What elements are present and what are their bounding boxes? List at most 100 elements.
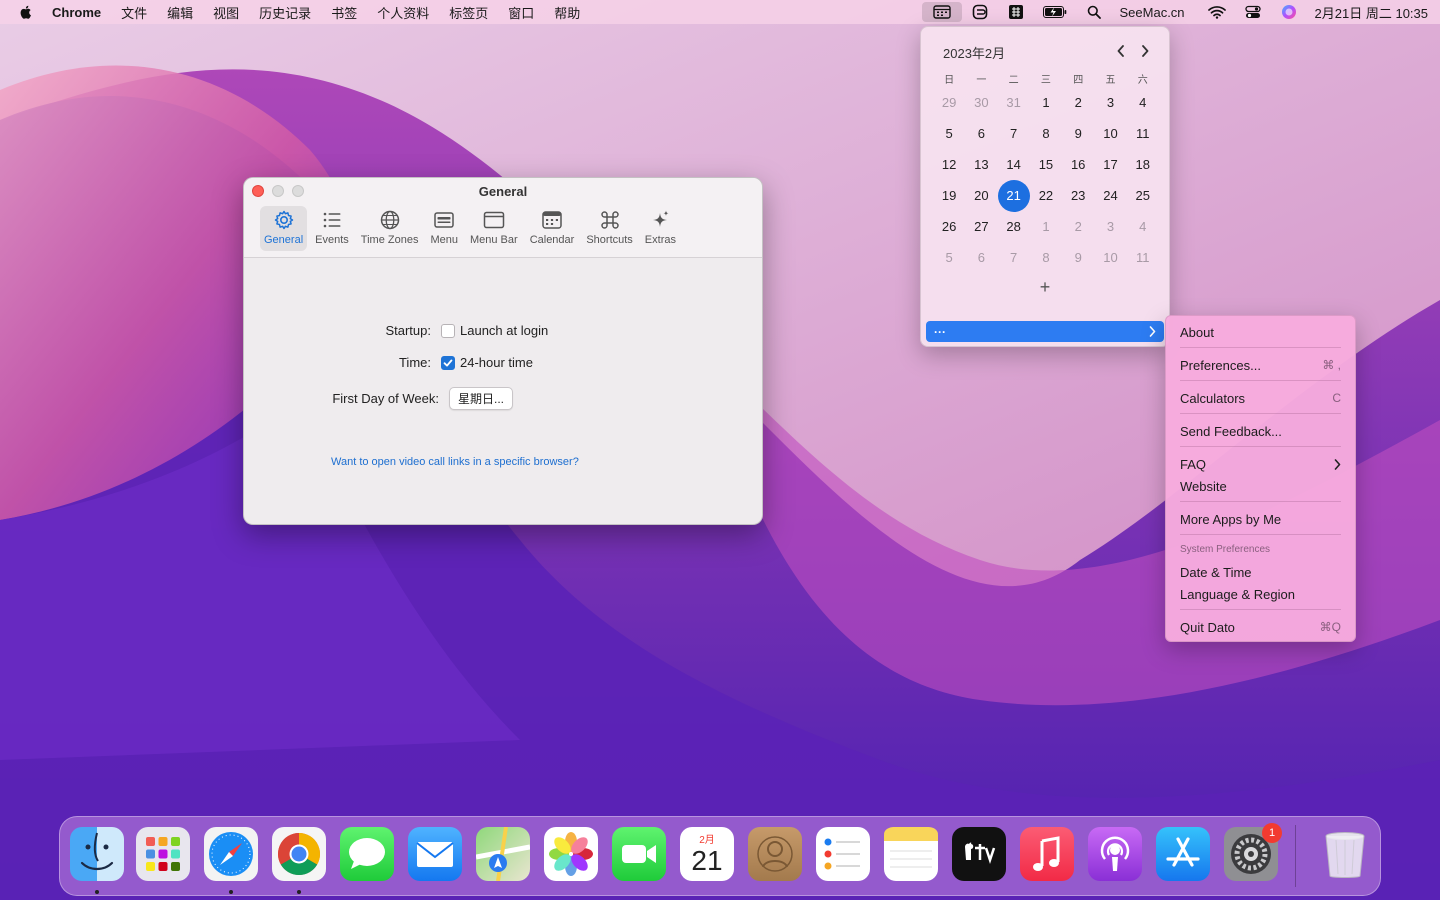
menu-item-preferences[interactable]: Preferences... ⌘ , (1180, 355, 1341, 375)
menu-window[interactable]: 窗口 (508, 3, 534, 22)
system-preferences-icon[interactable]: 1 (1224, 823, 1282, 881)
calendar-app-icon[interactable]: 2月 21 (680, 827, 734, 881)
calendar-day[interactable]: 14 (998, 152, 1030, 178)
menu-file[interactable]: 文件 (121, 3, 147, 22)
calendar-day[interactable]: 3 (1094, 214, 1126, 240)
menu-item-calculators[interactable]: Calculators C (1180, 388, 1341, 408)
notes-icon[interactable] (884, 827, 938, 881)
menu-item-date-time[interactable]: Date & Time (1180, 562, 1341, 582)
mail-icon[interactable] (408, 827, 462, 881)
apple-icon[interactable] (18, 4, 34, 20)
previous-month-button[interactable] (1113, 43, 1129, 59)
menu-item-faq[interactable]: FAQ (1180, 454, 1341, 474)
menu-bookmarks[interactable]: 书签 (331, 3, 357, 22)
calendar-day[interactable]: 4 (1127, 214, 1159, 240)
safari-icon[interactable] (204, 827, 258, 881)
calendar-day[interactable]: 2 (1062, 90, 1094, 116)
calendar-day[interactable]: 31 (998, 90, 1030, 116)
contacts-icon[interactable] (748, 827, 802, 881)
calendar-day[interactable]: 15 (1030, 152, 1062, 178)
launchpad-icon[interactable] (136, 827, 190, 881)
calendar-day[interactable]: 10 (1094, 121, 1126, 147)
calendar-day[interactable]: 9 (1062, 121, 1094, 147)
menu-view[interactable]: 视图 (213, 3, 239, 22)
menu-item-send-feedback[interactable]: Send Feedback... (1180, 421, 1341, 441)
menu-item-language-region[interactable]: Language & Region (1180, 584, 1341, 604)
calendar-day[interactable]: 1 (1030, 90, 1062, 116)
reminders-icon[interactable] (816, 827, 870, 881)
video-call-browser-link[interactable]: Want to open video call links in a speci… (331, 456, 579, 468)
24-hour-time-checkbox[interactable] (441, 355, 455, 370)
chrome-icon[interactable] (272, 827, 326, 881)
wifi-icon[interactable] (1207, 2, 1227, 22)
menu-profiles[interactable]: 个人资料 (377, 3, 429, 22)
calendar-day[interactable]: 9 (1062, 245, 1094, 271)
tab-menu-bar[interactable]: Menu Bar (466, 206, 522, 251)
calendar-day[interactable]: 3 (1094, 90, 1126, 116)
calendar-day[interactable]: 5 (933, 121, 965, 147)
menu-app-name[interactable]: Chrome (52, 5, 101, 20)
menu-item-more-apps[interactable]: More Apps by Me (1180, 509, 1341, 529)
calendar-day[interactable]: 30 (965, 90, 997, 116)
calendar-day[interactable]: 5 (933, 245, 965, 271)
calendar-day[interactable]: 7 (998, 245, 1030, 271)
menu-history[interactable]: 历史记录 (259, 3, 311, 22)
calendar-day[interactable]: 26 (933, 214, 965, 240)
facetime-icon[interactable] (612, 827, 666, 881)
calendar-day-today[interactable]: 21 (997, 179, 1030, 212)
calendar-day[interactable]: 6 (965, 121, 997, 147)
calendar-day[interactable]: 6 (965, 245, 997, 271)
launch-at-login-label[interactable]: Launch at login (460, 323, 548, 338)
photos-icon[interactable] (544, 827, 598, 881)
calendar-day[interactable]: 19 (933, 183, 965, 209)
calendar-day[interactable]: 16 (1062, 152, 1094, 178)
tab-shortcuts[interactable]: Shortcuts (582, 206, 636, 251)
calendar-day[interactable]: 18 (1127, 152, 1159, 178)
maps-icon[interactable] (475, 826, 531, 882)
tv-icon[interactable] (952, 827, 1006, 881)
more-options-bar[interactable]: ··· (926, 321, 1164, 342)
tab-time-zones[interactable]: Time Zones (357, 206, 423, 251)
menu-help[interactable]: 帮助 (554, 3, 580, 22)
menu-clock[interactable]: 2月21日 周二 10:35 (1315, 3, 1428, 22)
menu-tab[interactable]: 标签页 (449, 3, 488, 22)
launch-at-login-checkbox[interactable] (441, 323, 455, 338)
calendar-day[interactable]: 4 (1127, 90, 1159, 116)
menu-item-about[interactable]: About (1180, 322, 1341, 342)
calendar-day[interactable]: 1 (1030, 214, 1062, 240)
app-store-icon[interactable] (1156, 827, 1210, 881)
calendar-day[interactable]: 29 (933, 90, 965, 116)
calendar-day[interactable]: 23 (1062, 183, 1094, 209)
calendar-day[interactable]: 8 (1030, 121, 1062, 147)
calendar-day[interactable]: 13 (965, 152, 997, 178)
trash-icon[interactable] (1318, 827, 1372, 881)
siri-icon[interactable] (1279, 2, 1299, 22)
podcasts-icon[interactable] (1088, 827, 1142, 881)
control-center-icon[interactable] (1243, 2, 1263, 22)
music-icon[interactable] (1020, 827, 1074, 881)
spotlight-search-icon[interactable] (1084, 2, 1104, 22)
calendar-day[interactable]: 7 (998, 121, 1030, 147)
calendar-day[interactable]: 8 (1030, 245, 1062, 271)
calendar-day[interactable]: 10 (1094, 245, 1126, 271)
tab-general[interactable]: General (260, 206, 308, 251)
calendar-day[interactable]: 27 (965, 214, 997, 240)
24-hour-time-label[interactable]: 24-hour time (460, 355, 533, 370)
battery-icon[interactable] (1042, 2, 1068, 22)
tab-menu[interactable]: Menu (426, 206, 462, 251)
finder-icon[interactable] (70, 827, 124, 881)
status-text[interactable]: SeeMac.cn (1120, 5, 1185, 20)
tab-calendar[interactable]: Calendar (526, 206, 579, 251)
add-event-button[interactable]: + (921, 277, 1169, 298)
calendar-day[interactable]: 28 (998, 214, 1030, 240)
calendar-day[interactable]: 2 (1062, 214, 1094, 240)
calendar-day[interactable]: 11 (1127, 245, 1159, 271)
clipboard-app-icon[interactable] (970, 2, 990, 22)
calendar-day[interactable]: 12 (933, 152, 965, 178)
menu-item-quit[interactable]: Quit Dato ⌘Q (1180, 617, 1341, 637)
calendar-day[interactable]: 11 (1127, 121, 1159, 147)
calendar-day[interactable]: 25 (1127, 183, 1159, 209)
menu-item-website[interactable]: Website (1180, 476, 1341, 496)
dato-calendar-icon[interactable] (921, 2, 962, 22)
first-day-popup[interactable]: 星期日... (449, 387, 514, 410)
